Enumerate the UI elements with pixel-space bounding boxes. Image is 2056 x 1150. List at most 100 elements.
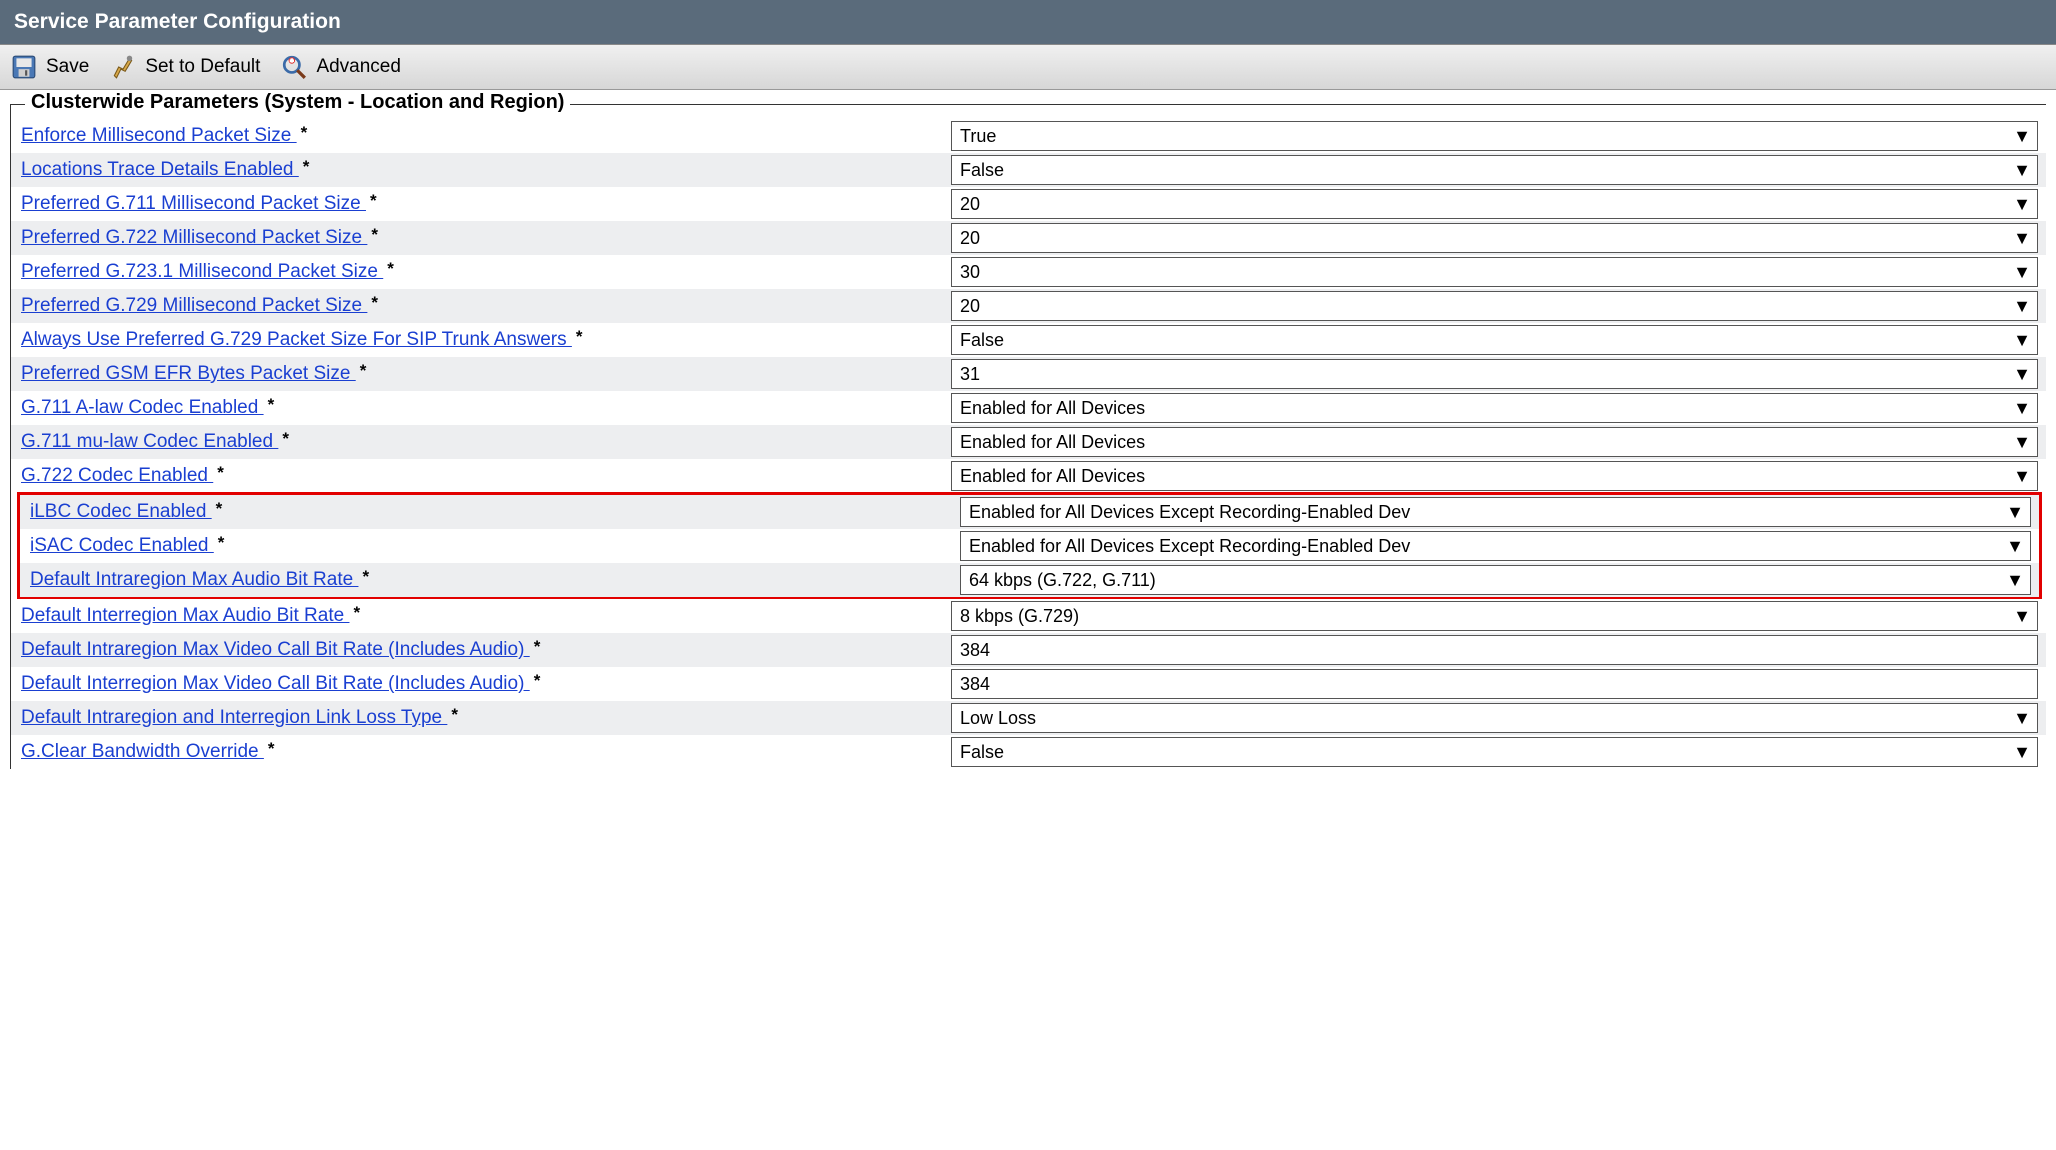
param-link[interactable]: Preferred G.722 Millisecond Packet Size <box>21 227 367 248</box>
param-select[interactable]: Enabled for All Devices Except Recording… <box>960 531 2031 561</box>
parameters-list: Enforce Millisecond Packet Size *True▼Lo… <box>11 119 2046 769</box>
param-select[interactable]: 64 kbps (G.722, G.711)▼ <box>960 565 2031 595</box>
param-link[interactable]: G.711 A-law Codec Enabled <box>21 397 264 418</box>
param-label-cell: Default Intraregion Max Audio Bit Rate * <box>30 569 960 591</box>
param-label-cell: G.711 A-law Codec Enabled * <box>21 397 951 419</box>
param-value-cell: 31 ▼ <box>951 359 2038 389</box>
param-label-cell: Default Interregion Max Video Call Bit R… <box>21 673 951 695</box>
param-select[interactable]: False▼ <box>951 325 2038 355</box>
param-select[interactable]: 20▼ <box>951 189 2038 219</box>
save-button[interactable]: Save <box>10 53 89 81</box>
highlight-box: iLBC Codec Enabled * Enabled for All Devi… <box>17 492 2042 600</box>
select-value: False <box>960 742 1004 763</box>
select-value: Enabled for All Devices <box>960 466 1145 487</box>
param-label-cell: Preferred G.711 Millisecond Packet Size … <box>21 193 951 215</box>
param-value-cell: False ▼ <box>951 737 2038 767</box>
param-link[interactable]: iSAC Codec Enabled <box>30 535 214 556</box>
advanced-icon <box>280 53 308 81</box>
chevron-down-icon: ▼ <box>2013 466 2031 487</box>
param-row: Preferred G.711 Millisecond Packet Size … <box>11 187 2046 221</box>
param-link[interactable]: G.722 Codec Enabled <box>21 465 213 486</box>
param-select[interactable]: 30▼ <box>951 257 2038 287</box>
required-asterisk: * <box>303 157 310 176</box>
chevron-down-icon: ▼ <box>2013 296 2031 317</box>
chevron-down-icon: ▼ <box>2013 228 2031 249</box>
select-value: Enabled for All Devices <box>960 432 1145 453</box>
param-row: iLBC Codec Enabled *Enabled for All Devi… <box>20 495 2039 529</box>
chevron-down-icon: ▼ <box>2006 536 2024 557</box>
param-row: Enforce Millisecond Packet Size *True▼ <box>11 119 2046 153</box>
chevron-down-icon: ▼ <box>2013 160 2031 181</box>
param-select[interactable]: 20▼ <box>951 223 2038 253</box>
param-select[interactable]: Enabled for All Devices Except Recording… <box>960 497 2031 527</box>
param-input[interactable] <box>951 635 2038 665</box>
param-link[interactable]: G.711 mu-law Codec Enabled <box>21 431 278 452</box>
parameters-fieldset: Clusterwide Parameters (System - Locatio… <box>10 104 2046 769</box>
param-value-cell: 20 ▼ <box>951 291 2038 321</box>
toolbar: Save Set to Default Advanced <box>0 45 2056 90</box>
required-asterisk: * <box>362 567 369 586</box>
param-link[interactable]: Default Intraregion Max Video Call Bit R… <box>21 639 530 660</box>
param-row: G.722 Codec Enabled *Enabled for All Dev… <box>11 459 2046 493</box>
select-value: 30 <box>960 262 980 283</box>
select-value: 31 <box>960 364 980 385</box>
param-select[interactable]: 8 kbps (G.729)▼ <box>951 601 2038 631</box>
param-select[interactable]: False ▼ <box>951 737 2038 767</box>
param-link[interactable]: iLBC Codec Enabled <box>30 501 212 522</box>
param-label-cell: Preferred GSM EFR Bytes Packet Size * <box>21 363 951 385</box>
param-link[interactable]: Default Interregion Max Audio Bit Rate <box>21 605 349 626</box>
select-value: Low Loss <box>960 708 1036 729</box>
param-select[interactable]: True▼ <box>951 121 2038 151</box>
param-link[interactable]: Enforce Millisecond Packet Size <box>21 125 297 146</box>
required-asterisk: * <box>268 395 275 414</box>
param-link[interactable]: Preferred GSM EFR Bytes Packet Size <box>21 363 356 384</box>
param-link[interactable]: Locations Trace Details Enabled <box>21 159 299 180</box>
select-value: 64 kbps (G.722, G.711) <box>969 570 1156 591</box>
select-value: False <box>960 160 1004 181</box>
param-value-cell <box>951 635 2038 665</box>
param-row: G.711 A-law Codec Enabled *Enabled for A… <box>11 391 2046 425</box>
param-link[interactable]: Preferred G.729 Millisecond Packet Size <box>21 295 367 316</box>
set-default-button[interactable]: Set to Default <box>109 53 260 81</box>
param-link[interactable]: Always Use Preferred G.729 Packet Size F… <box>21 329 572 350</box>
param-row: iSAC Codec Enabled *Enabled for All Devi… <box>20 529 2039 563</box>
param-value-cell: False ▼ <box>951 155 2038 185</box>
param-link[interactable]: Default Intraregion Max Audio Bit Rate <box>30 569 358 590</box>
save-label: Save <box>46 56 89 78</box>
param-label-cell: G.Clear Bandwidth Override * <box>21 741 951 763</box>
fieldset-legend: Clusterwide Parameters (System - Locatio… <box>25 91 570 114</box>
param-label-cell: Preferred G.729 Millisecond Packet Size … <box>21 295 951 317</box>
param-select[interactable]: False ▼ <box>951 155 2038 185</box>
chevron-down-icon: ▼ <box>2013 742 2031 763</box>
required-asterisk: * <box>360 361 367 380</box>
param-input[interactable] <box>951 669 2038 699</box>
select-value: True <box>960 126 996 147</box>
param-row: Preferred G.729 Millisecond Packet Size … <box>11 289 2046 323</box>
param-label-cell: G.711 mu-law Codec Enabled * <box>21 431 951 453</box>
param-row: Preferred G.723.1 Millisecond Packet Siz… <box>11 255 2046 289</box>
advanced-button[interactable]: Advanced <box>280 53 401 81</box>
save-icon <box>10 53 38 81</box>
param-select[interactable]: Enabled for All Devices▼ <box>951 393 2038 423</box>
param-select[interactable]: Enabled for All Devices▼ <box>951 427 2038 457</box>
param-value-cell: Enabled for All Devices Except Recording… <box>960 497 2031 527</box>
param-link[interactable]: Default Intraregion and Interregion Link… <box>21 707 447 728</box>
chevron-down-icon: ▼ <box>2013 364 2031 385</box>
param-select[interactable]: 20 ▼ <box>951 291 2038 321</box>
param-link[interactable]: Preferred G.711 Millisecond Packet Size <box>21 193 366 214</box>
param-row: Default Intraregion and Interregion Link… <box>11 701 2046 735</box>
param-row: Locations Trace Details Enabled * False ▼ <box>11 153 2046 187</box>
chevron-down-icon: ▼ <box>2013 330 2031 351</box>
param-row: Preferred GSM EFR Bytes Packet Size * 31 ▼ <box>11 357 2046 391</box>
param-value-cell: 20▼ <box>951 223 2038 253</box>
select-value: 20 <box>960 296 980 317</box>
param-select[interactable]: 31 ▼ <box>951 359 2038 389</box>
param-row: Default Intraregion Max Audio Bit Rate *… <box>20 563 2039 597</box>
param-select[interactable]: Low Loss▼ <box>951 703 2038 733</box>
param-link[interactable]: Preferred G.723.1 Millisecond Packet Siz… <box>21 261 383 282</box>
required-asterisk: * <box>371 293 378 312</box>
param-link[interactable]: G.Clear Bandwidth Override <box>21 741 264 762</box>
param-link[interactable]: Default Interregion Max Video Call Bit R… <box>21 673 530 694</box>
param-row: Default Interregion Max Video Call Bit R… <box>11 667 2046 701</box>
param-select[interactable]: Enabled for All Devices ▼ <box>951 461 2038 491</box>
